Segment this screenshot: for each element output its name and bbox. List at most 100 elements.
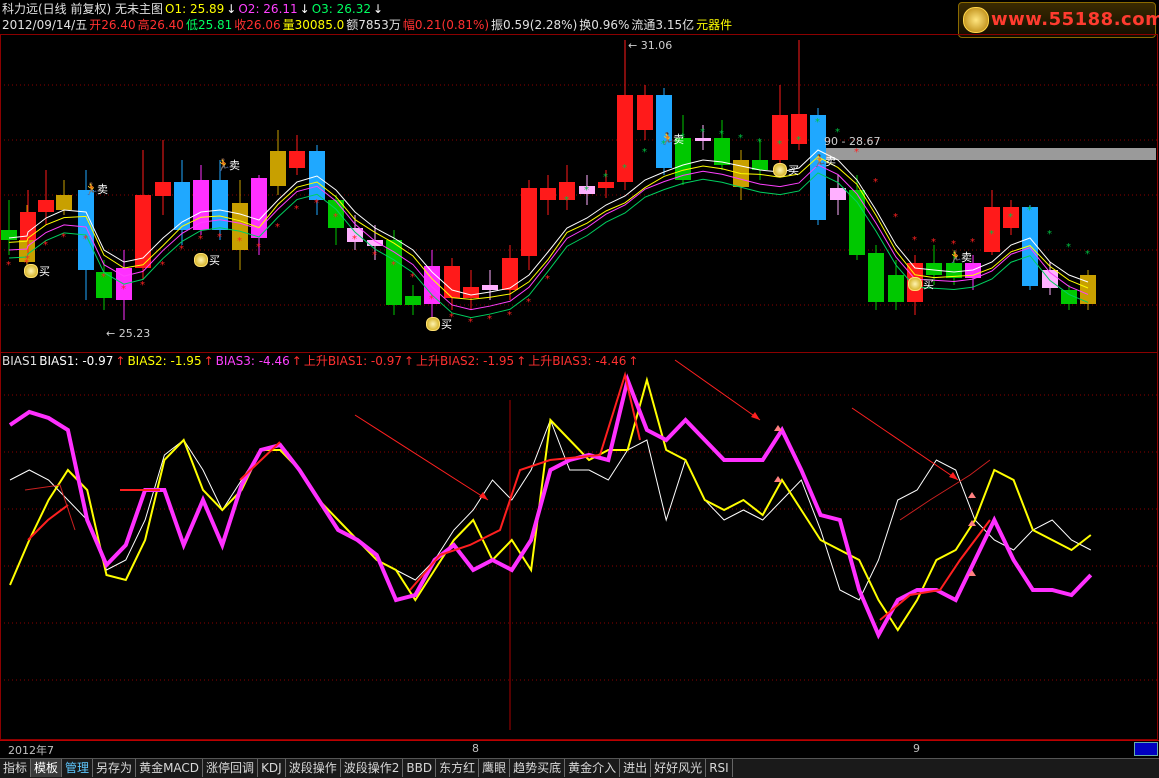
- rising-bias-segment: [27, 504, 69, 541]
- indicator-info-line: BIAS1 BIAS1: -0.97 ↑ BIAS2: -1.95 ↑ BIAS3: -4…: [2, 353, 640, 369]
- tab-10[interactable]: 东方红: [436, 759, 480, 777]
- bias-item: ↑: [628, 354, 639, 368]
- bias-item: 上升BIAS3: -4.46: [528, 354, 627, 368]
- high-price-label: ← 31.06: [628, 39, 673, 52]
- bias-item: ↑: [115, 354, 126, 368]
- stock-chart-window: 科力远(日线 前复权) 无未主图 O1: 25.89 ↓ O2: 26.11 ↓ O3: …: [0, 0, 1159, 778]
- tab-8[interactable]: 波段操作2: [341, 759, 404, 777]
- bias-item: ↑: [403, 354, 415, 368]
- bias-item: ↑: [291, 354, 302, 368]
- sar-marker: *: [854, 147, 859, 158]
- candle-body: [849, 190, 865, 255]
- candle-body: [78, 190, 94, 270]
- candle-body: [270, 151, 286, 186]
- low-price-label: ← 25.23: [106, 327, 151, 340]
- candle-body: [212, 180, 228, 230]
- sar-marker: *: [796, 135, 801, 146]
- sar-marker: *: [314, 198, 319, 209]
- sar-marker: *: [217, 232, 222, 243]
- running-man-icon: 🏃: [84, 182, 99, 196]
- tab-0[interactable]: 指标: [0, 759, 32, 777]
- tab-11[interactable]: 鹰眼: [479, 759, 511, 777]
- candle-body: [20, 212, 36, 240]
- sar-marker: *: [410, 272, 415, 283]
- sell-signal: 🏃 卖: [660, 131, 684, 147]
- sar-marker: *: [507, 310, 512, 321]
- tab-7[interactable]: 波段操作: [286, 759, 341, 777]
- sar-marker: *: [487, 314, 492, 325]
- annotation-arrow-head: [751, 412, 760, 420]
- bias-item: ↑: [203, 354, 214, 368]
- sar-marker: *: [584, 185, 589, 196]
- buy-signal: 买: [24, 263, 50, 279]
- tab-4[interactable]: 黄金MACD: [136, 759, 204, 777]
- candle-body: [463, 287, 479, 298]
- buy-signal: 买: [908, 276, 934, 292]
- money-bag-icon: [426, 317, 440, 331]
- candle-body: [289, 151, 305, 168]
- bias-item: 上升BIAS1: -0.97: [303, 354, 402, 368]
- sar-marker: *: [931, 237, 936, 248]
- sar-marker: *: [1085, 249, 1090, 260]
- tab-3[interactable]: 另存为: [93, 759, 137, 777]
- tab-2[interactable]: 管理: [62, 759, 94, 777]
- money-bag-icon: [773, 163, 787, 177]
- tab-13[interactable]: 黄金介入: [565, 759, 621, 777]
- tab-15[interactable]: 好好风光: [651, 759, 707, 777]
- sar-marker: *: [372, 250, 377, 261]
- sell-signal: 🏃 卖: [84, 181, 108, 197]
- signal-text: 卖: [673, 133, 684, 146]
- sar-marker: *: [333, 212, 338, 223]
- annotation-arrow-line: [674, 359, 761, 421]
- running-man-icon: 🏃: [660, 132, 675, 146]
- sar-marker: *: [738, 133, 743, 144]
- money-bag-icon: [908, 277, 922, 291]
- sar-marker: *: [6, 260, 11, 271]
- candle-body: [540, 188, 556, 200]
- candle-body: [830, 188, 846, 200]
- candle-body: [637, 95, 653, 130]
- candle-body: [155, 182, 171, 196]
- sar-marker: *: [391, 260, 396, 271]
- sar-marker: *: [970, 237, 975, 248]
- tab-14[interactable]: 进出: [620, 759, 652, 777]
- rising-bias-segment: [239, 441, 281, 481]
- time-scroll-handle[interactable]: [1134, 742, 1158, 756]
- tab-6[interactable]: KDJ: [258, 759, 286, 777]
- tab-16[interactable]: RSI: [706, 759, 733, 777]
- candle-body: [1, 230, 17, 240]
- running-man-icon: 🏃: [812, 154, 827, 168]
- rising-bias-thin: [24, 484, 76, 531]
- sar-marker: *: [83, 234, 88, 245]
- signal-text: 买: [441, 318, 452, 331]
- sar-marker: *: [101, 272, 106, 283]
- sell-signal: 🏃 卖: [948, 249, 972, 265]
- sar-marker: *: [912, 235, 917, 246]
- money-bag-icon: [24, 264, 38, 278]
- bias-item: BIAS1: -0.97: [39, 354, 114, 368]
- tab-12[interactable]: 趋势买底: [510, 759, 566, 777]
- rising-bias-segment: [879, 519, 991, 621]
- running-man-icon: 🏃: [948, 250, 963, 264]
- sar-marker: *: [160, 260, 165, 271]
- tab-1[interactable]: 模板: [31, 759, 63, 777]
- candle-body: [174, 182, 190, 230]
- bias-item: BIAS1: [2, 354, 38, 368]
- sar-marker: *: [893, 212, 898, 223]
- candle-body: [405, 296, 421, 305]
- tab-9[interactable]: BBD: [403, 759, 437, 777]
- annotation-arrow-line: [354, 414, 489, 501]
- time-axis: 2012年7 8 9: [0, 740, 1159, 758]
- sar-marker: *: [545, 274, 550, 285]
- chart-canvas[interactable]: * * * * * * * * * * * * * * * * * * * * * * * * * * * * * * * * * * * * * * * *…: [0, 0, 1159, 740]
- tab-5[interactable]: 涨停回调: [203, 759, 259, 777]
- sar-marker: *: [564, 195, 569, 206]
- sell-signal: 🏃 卖: [812, 153, 836, 169]
- sar-marker: *: [1047, 229, 1052, 240]
- sell-signal: 🏃 卖: [216, 157, 240, 173]
- rising-bias-thin: [899, 459, 991, 521]
- sar-marker: *: [429, 294, 434, 305]
- up-marker: [774, 425, 782, 431]
- up-marker: [968, 492, 976, 498]
- buy-signal: 买: [194, 252, 220, 268]
